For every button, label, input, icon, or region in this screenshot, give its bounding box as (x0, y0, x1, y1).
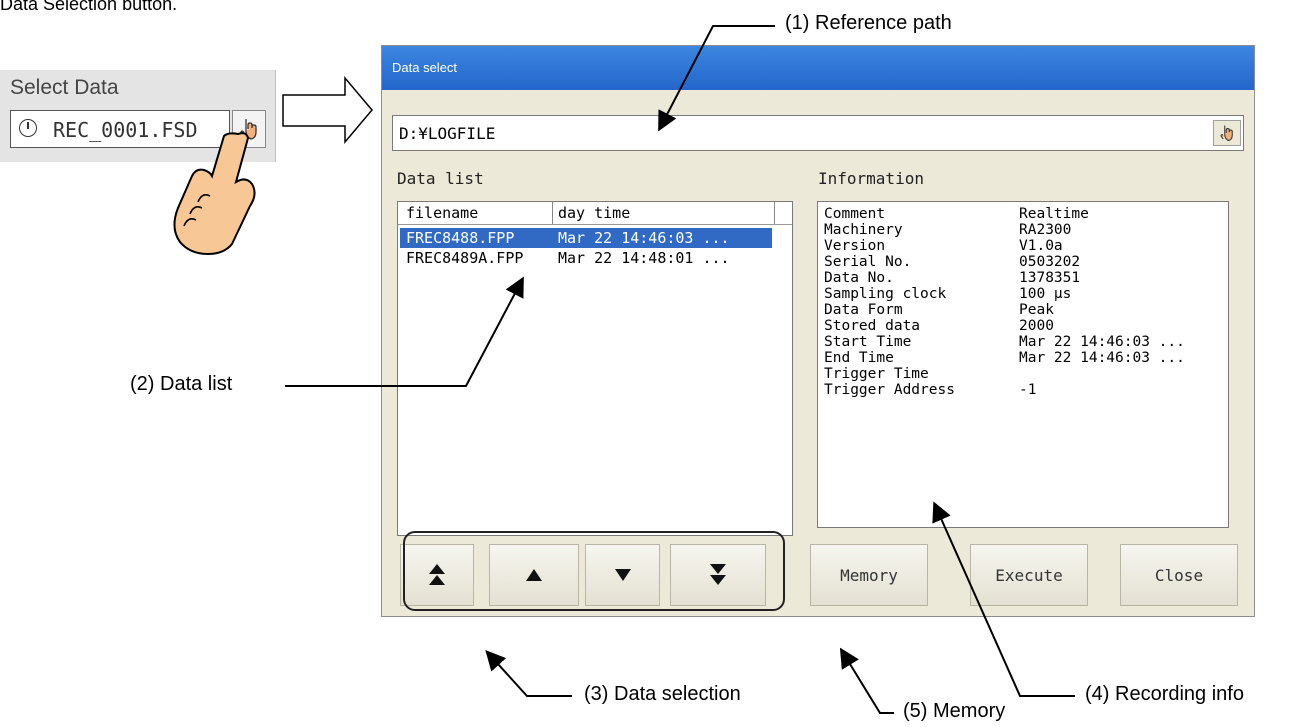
annotation-data-selection: (3) Data selection (584, 683, 741, 705)
annotation-recording-info: (4) Recording info (1085, 683, 1244, 705)
annotation-reference-path: (1) Reference path (785, 12, 952, 34)
callout-lines (285, 25, 1075, 714)
annotation-memory: (5) Memory (903, 700, 1006, 722)
annotation-data-list: (2) Data list (130, 373, 233, 395)
